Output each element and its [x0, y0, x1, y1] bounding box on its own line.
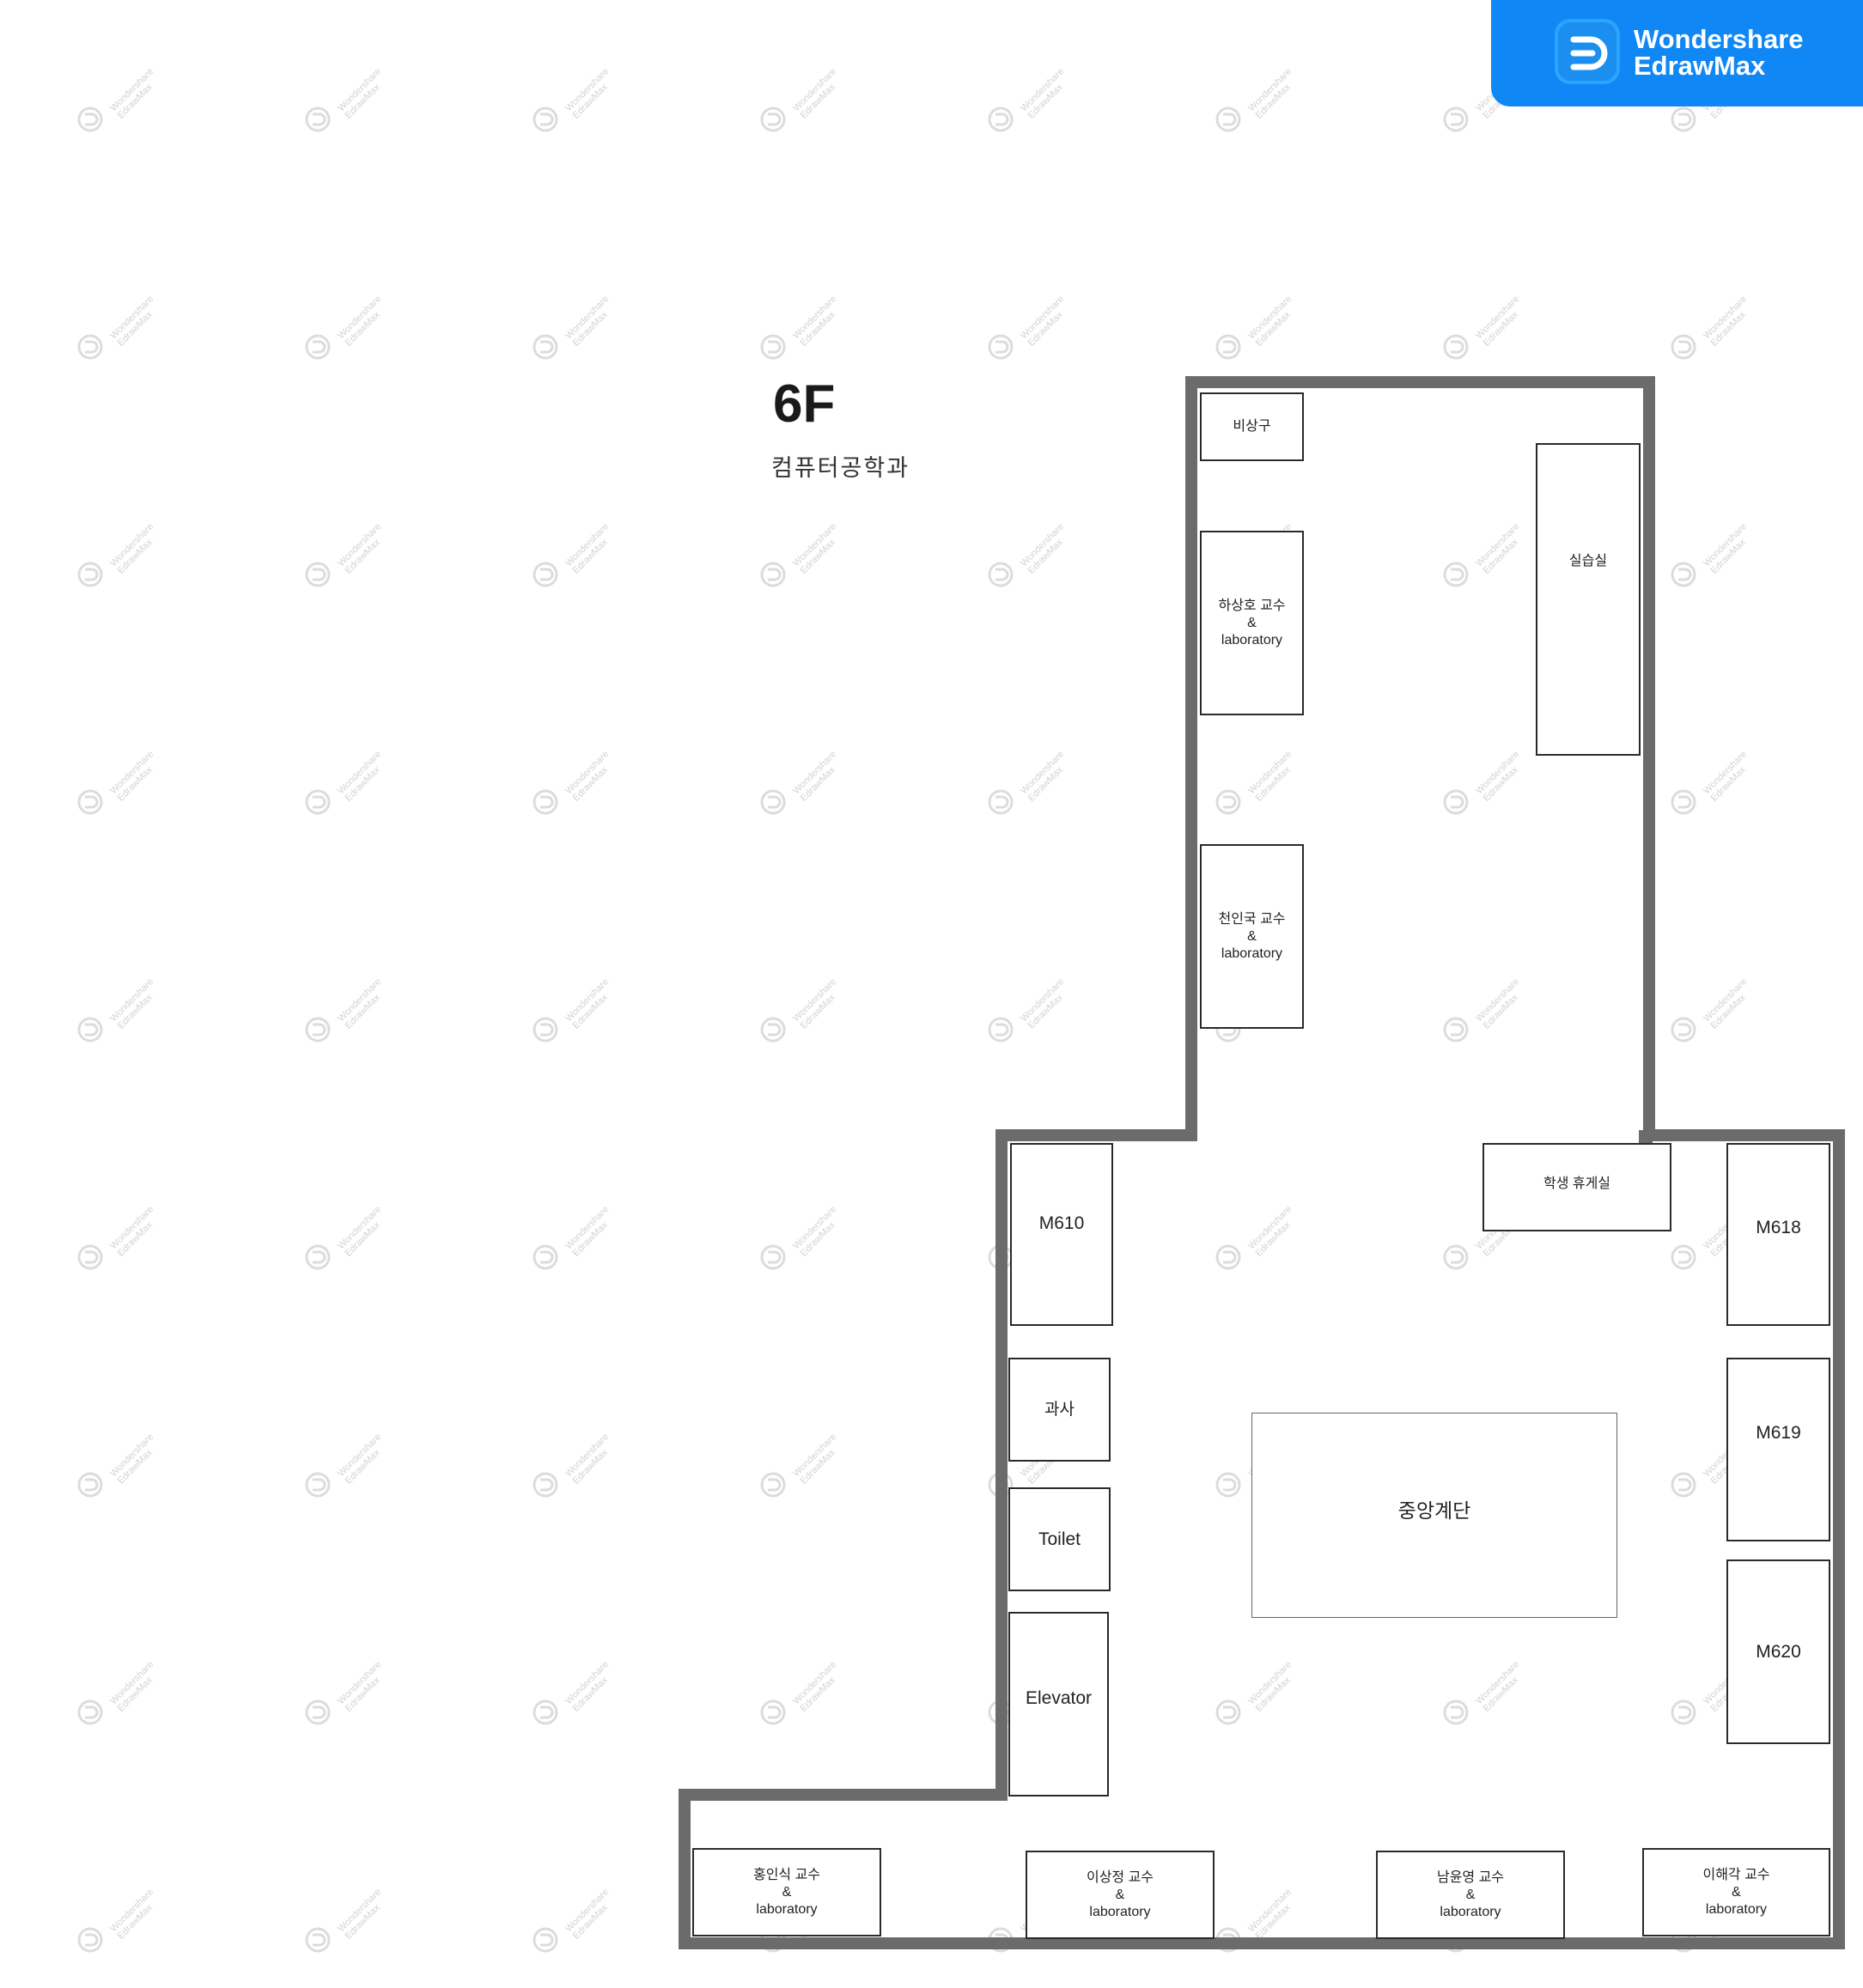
room-label: 홍인식 교수 & laboratory — [752, 1867, 821, 1917]
room-label: 남윤영 교수 & laboratory — [1436, 1869, 1505, 1919]
room-m619[interactable]: M619 — [1726, 1358, 1830, 1541]
room-nam-lab[interactable]: 남윤영 교수 & laboratory — [1376, 1851, 1565, 1939]
room-m610[interactable]: M610 — [1010, 1143, 1113, 1326]
floor-label: 6F — [773, 374, 836, 434]
room-label: M620 — [1756, 1641, 1801, 1662]
room-label: 학생 휴게실 — [1543, 1176, 1611, 1191]
room-label: M610 — [1038, 1213, 1085, 1233]
room-practice[interactable]: 실습실 — [1536, 443, 1641, 756]
room-label: 천인국 교수 & laboratory — [1218, 911, 1286, 961]
room-lee-hg-lab[interactable]: 이해각 교수 & laboratory — [1642, 1848, 1830, 1936]
brand-name-line2: EdrawMax — [1634, 51, 1766, 81]
floor-plan-walls — [679, 376, 1845, 1949]
room-label: 중앙계단 — [1397, 1499, 1471, 1522]
room-label: Elevator — [1025, 1687, 1093, 1708]
room-label: 이해각 교수 & laboratory — [1702, 1867, 1770, 1917]
edrawmax-logo-icon — [1555, 19, 1620, 84]
room-label: 이상정 교수 & laboratory — [1086, 1869, 1154, 1919]
room-office[interactable]: 과사 — [1008, 1358, 1111, 1462]
room-toilet[interactable]: Toilet — [1008, 1487, 1111, 1591]
room-label: 비상구 — [1233, 419, 1271, 434]
room-m620[interactable]: M620 — [1726, 1559, 1830, 1744]
room-label: Toilet — [1038, 1529, 1081, 1549]
room-lee-sj-lab[interactable]: 이상정 교수 & laboratory — [1026, 1851, 1215, 1939]
central-stairs[interactable]: 중앙계단 — [1251, 1413, 1617, 1618]
brand-name-line1: Wondershare — [1634, 24, 1804, 54]
room-cheon-lab[interactable]: 천인국 교수 & laboratory — [1200, 844, 1304, 1029]
room-label: 과사 — [1044, 1400, 1075, 1419]
room-m618[interactable]: M618 — [1726, 1143, 1830, 1326]
room-emergency-exit[interactable]: 비상구 — [1200, 392, 1304, 461]
elevator[interactable]: Elevator — [1008, 1612, 1109, 1796]
room-label: 실습실 — [1568, 554, 1608, 568]
brand-banner[interactable]: Wondershare EdrawMax — [1491, 0, 1863, 106]
room-label: 하상호 교수 & laboratory — [1218, 598, 1286, 647]
room-label: M619 — [1756, 1423, 1801, 1443]
room-ha-lab[interactable]: 하상호 교수 & laboratory — [1200, 531, 1304, 715]
room-student-lounge[interactable]: 학생 휴게실 — [1482, 1143, 1671, 1231]
room-hong-lab[interactable]: 홍인식 교수 & laboratory — [692, 1848, 881, 1936]
room-label: M618 — [1756, 1217, 1801, 1237]
department-label: 컴퓨터공학과 — [771, 455, 910, 481]
